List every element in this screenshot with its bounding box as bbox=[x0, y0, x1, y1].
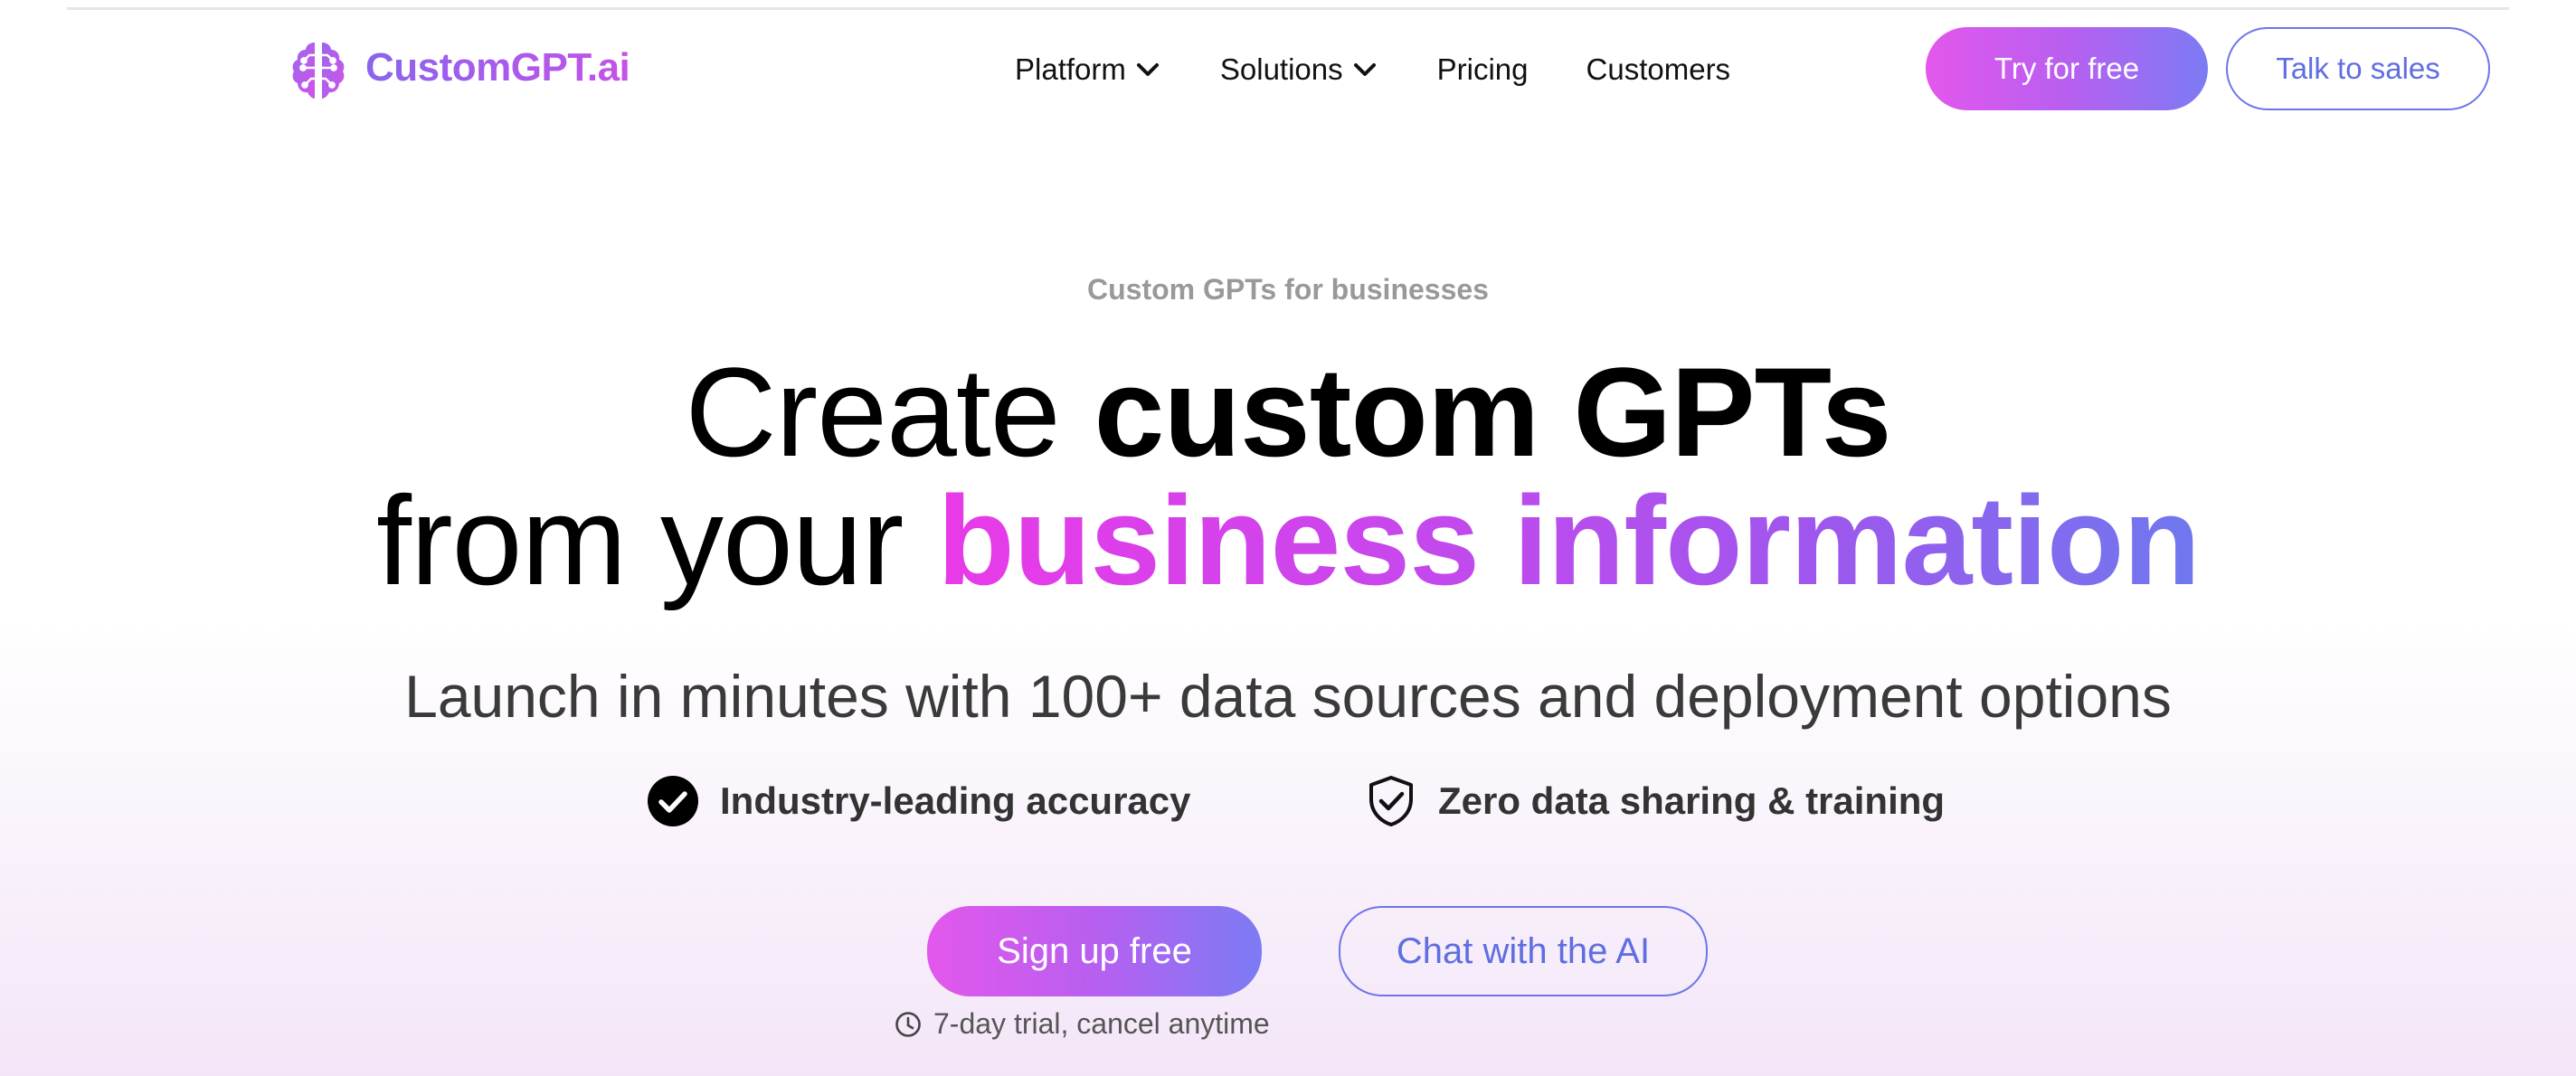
top-divider bbox=[67, 7, 2509, 10]
brand-logo[interactable]: CustomGPT.ai bbox=[288, 38, 630, 99]
feature-label: Zero data sharing & training bbox=[1438, 779, 1946, 822]
hero-subheading: Launch in minutes with 100+ data sources… bbox=[404, 663, 2172, 730]
shield-check-icon bbox=[1369, 776, 1413, 826]
nav-item-label: Customers bbox=[1586, 52, 1731, 86]
headline-regular-text: from your bbox=[376, 469, 938, 611]
feature-privacy: Zero data sharing & training bbox=[1364, 774, 1945, 828]
hero-headline-line-1: Create custom GPTs bbox=[0, 349, 2576, 476]
sign-up-free-button[interactable]: Sign up free bbox=[927, 906, 1262, 996]
headline-regular-text: Create bbox=[685, 341, 1094, 483]
hero-eyebrow: Custom GPTs for businesses bbox=[1087, 273, 1489, 306]
nav-item-customers[interactable]: Customers bbox=[1586, 52, 1731, 87]
clock-icon bbox=[895, 1011, 921, 1037]
brain-logo-icon bbox=[292, 42, 345, 99]
check-circle-icon bbox=[648, 776, 698, 826]
nav-item-pricing[interactable]: Pricing bbox=[1437, 52, 1529, 87]
nav-links: Platform Solutions Pricing Customers bbox=[1015, 47, 1730, 92]
nav-item-platform[interactable]: Platform bbox=[1015, 52, 1160, 87]
chevron-down-icon bbox=[1136, 63, 1159, 76]
trial-note: 7-day trial, cancel anytime bbox=[894, 1007, 1270, 1041]
nav-item-label: Solutions bbox=[1219, 52, 1343, 86]
feature-accuracy: Industry-leading accuracy bbox=[646, 774, 1191, 828]
nav-item-label: Platform bbox=[1015, 52, 1126, 86]
trial-note-text: 7-day trial, cancel anytime bbox=[933, 1007, 1270, 1040]
headline-gradient-text: business information bbox=[937, 469, 2201, 611]
chevron-down-icon bbox=[1353, 63, 1376, 76]
try-for-free-button[interactable]: Try for free bbox=[1926, 27, 2208, 110]
hero-headline-line-2: from your business information bbox=[0, 477, 2576, 604]
headline-bold-text: custom GPTs bbox=[1094, 341, 1892, 483]
brand-name: CustomGPT.ai bbox=[365, 45, 630, 90]
chat-with-ai-button[interactable]: Chat with the AI bbox=[1339, 906, 1708, 996]
talk-to-sales-button[interactable]: Talk to sales bbox=[2226, 27, 2490, 110]
nav-item-solutions[interactable]: Solutions bbox=[1220, 52, 1378, 87]
top-navigation: CustomGPT.ai Platform Solutions Pricing … bbox=[0, 25, 2576, 110]
feature-list: Industry-leading accuracy Zero data shar… bbox=[0, 774, 2576, 837]
nav-item-label: Pricing bbox=[1436, 52, 1529, 86]
feature-label: Industry-leading accuracy bbox=[720, 779, 1191, 822]
